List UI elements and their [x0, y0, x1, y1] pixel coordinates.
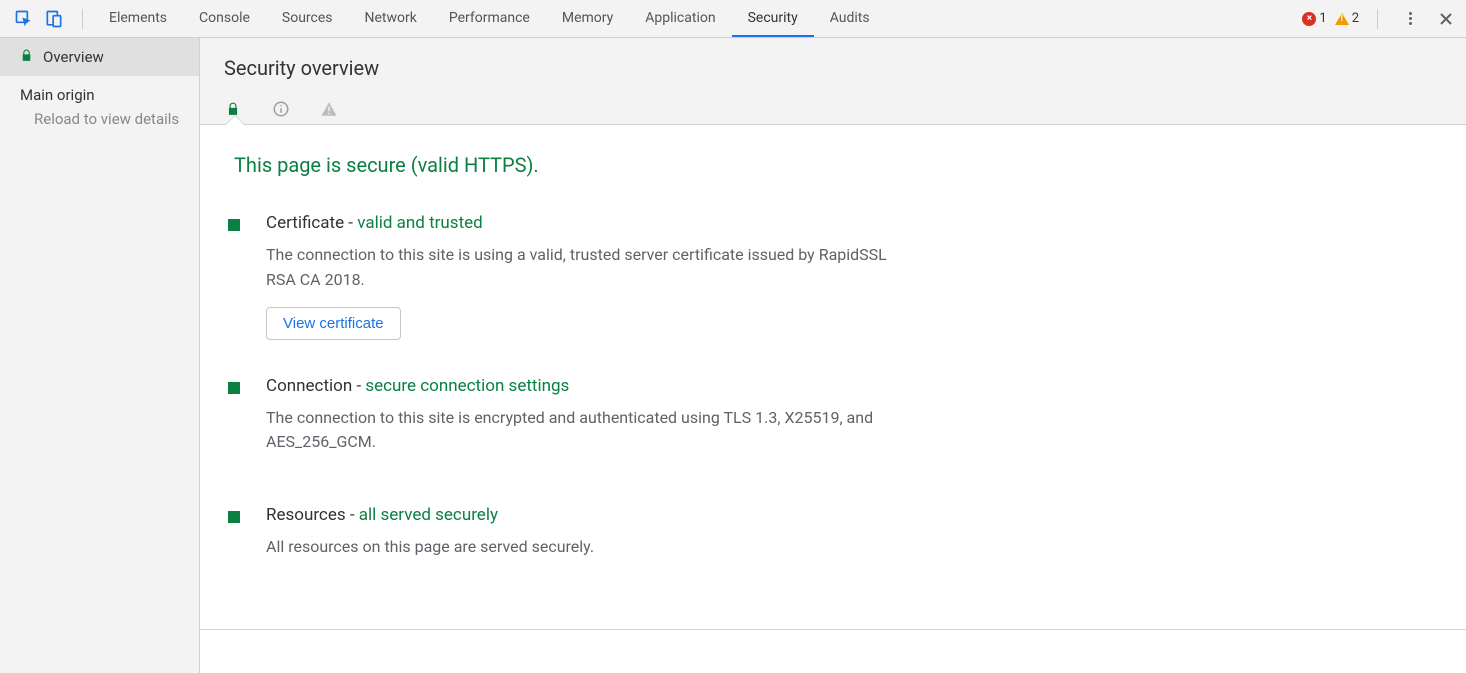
section-title: Connection - secure connection settings	[266, 376, 906, 396]
page-title: Security overview	[224, 56, 1442, 80]
tab-label: Sources	[282, 10, 333, 26]
security-section-resources: Resources - all served securely All reso…	[228, 505, 1438, 574]
warning-triangle-icon[interactable]	[320, 100, 338, 118]
section-title: Resources - all served securely	[266, 505, 594, 525]
tab-label: Audits	[830, 10, 870, 26]
security-sidebar: Overview Main origin Reload to view deta…	[0, 38, 200, 673]
security-status-icons	[224, 94, 1442, 124]
warning-count-badge[interactable]: 2	[1335, 11, 1359, 26]
active-tab-caret	[226, 116, 244, 125]
separator	[1377, 9, 1378, 29]
status-square-icon	[228, 511, 240, 523]
tab-label: Security	[748, 10, 798, 26]
security-headline: This page is secure (valid HTTPS).	[234, 153, 1438, 177]
section-description: The connection to this site is using a v…	[266, 243, 906, 293]
inspect-icon[interactable]	[14, 9, 34, 29]
tab-sources[interactable]: Sources	[266, 0, 349, 37]
warning-count: 2	[1352, 11, 1359, 26]
error-count: 1	[1319, 11, 1326, 26]
tab-security[interactable]: Security	[732, 0, 814, 37]
toolbar-right-group: × 1 2	[1302, 9, 1460, 29]
status-square-icon	[228, 382, 240, 394]
tab-label: Memory	[562, 10, 613, 26]
view-certificate-button[interactable]: View certificate	[266, 307, 401, 340]
section-description: All resources on this page are served se…	[266, 535, 594, 560]
tab-label: Performance	[449, 10, 530, 26]
tab-label: Console	[199, 10, 250, 26]
security-section-connection: Connection - secure connection settings …	[228, 376, 1438, 470]
close-icon[interactable]	[1438, 11, 1454, 27]
separator	[82, 9, 83, 29]
sidebar-item-overview[interactable]: Overview	[0, 38, 199, 76]
security-section-certificate: Certificate - valid and trusted The conn…	[228, 213, 1438, 340]
section-title: Certificate - valid and trusted	[266, 213, 906, 233]
error-count-badge[interactable]: × 1	[1302, 11, 1326, 26]
security-content: This page is secure (valid HTTPS). Certi…	[200, 125, 1466, 629]
device-toggle-icon[interactable]	[44, 9, 64, 29]
status-square-icon	[228, 219, 240, 231]
section-description: The connection to this site is encrypted…	[266, 406, 906, 456]
devtools-toolbar: Elements Console Sources Network Perform…	[0, 0, 1466, 38]
lock-icon	[20, 48, 33, 66]
tab-elements[interactable]: Elements	[93, 0, 183, 37]
tab-performance[interactable]: Performance	[433, 0, 546, 37]
error-icon: ×	[1302, 12, 1316, 26]
sidebar-item-label: Overview	[43, 48, 104, 66]
tab-application[interactable]: Application	[629, 0, 731, 37]
warning-icon	[1335, 13, 1349, 25]
tab-memory[interactable]: Memory	[546, 0, 629, 37]
info-icon[interactable]	[272, 100, 290, 118]
security-main-panel: Security overview This page is secure (v…	[200, 38, 1466, 673]
tab-audits[interactable]: Audits	[814, 0, 886, 37]
sidebar-reload-hint: Reload to view details	[0, 110, 199, 138]
tab-label: Network	[365, 10, 417, 26]
tab-label: Elements	[109, 10, 167, 26]
footer-divider	[200, 629, 1466, 673]
tab-console[interactable]: Console	[183, 0, 266, 37]
tab-network[interactable]: Network	[349, 0, 433, 37]
settings-menu-icon[interactable]	[1402, 11, 1418, 27]
toolbar-left-group	[6, 9, 72, 29]
sidebar-main-origin-header: Main origin	[0, 76, 199, 110]
panel-tabs: Elements Console Sources Network Perform…	[93, 0, 886, 37]
security-overview-header: Security overview	[200, 38, 1466, 125]
tab-label: Application	[645, 10, 715, 26]
